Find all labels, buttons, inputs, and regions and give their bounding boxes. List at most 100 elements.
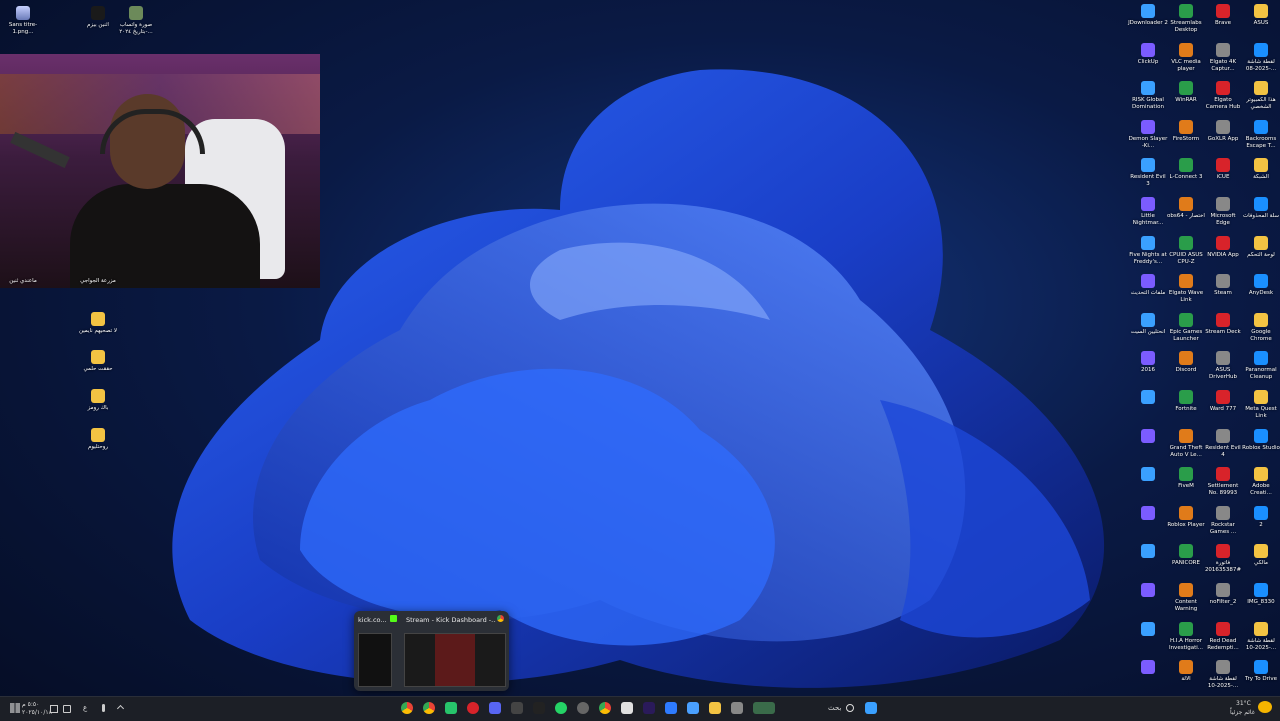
desktop-icon-right-50[interactable]: Settlement No. 89993: [1203, 467, 1243, 497]
desktop-icon-right-38[interactable]: ASUS DriverHub: [1203, 351, 1243, 381]
desktop-icon-right-48[interactable]: [1128, 467, 1168, 483]
desktop-icon-folder-2[interactable]: حققت حلمي: [78, 350, 118, 373]
desktop-icon-right-65[interactable]: H.I.A Horror Investigati...: [1166, 621, 1206, 652]
language-indicator[interactable]: ع: [83, 704, 87, 712]
desktop-icon-itnin[interactable]: اثنين بيزم: [78, 6, 118, 29]
desktop-icon-right-31[interactable]: AnyDesk: [1241, 274, 1280, 297]
chrome-3-icon[interactable]: [599, 702, 611, 714]
desktop-icon-right-5[interactable]: VLC media player: [1166, 42, 1206, 73]
desktop-icon-right-61[interactable]: Content Warning: [1166, 583, 1206, 613]
discord-icon[interactable]: [489, 702, 501, 714]
desktop-icon-right-66[interactable]: Red Dead Redempti...: [1203, 621, 1243, 652]
desktop-icon-right-3[interactable]: ASUS: [1241, 4, 1280, 27]
desktop-icon-right-35[interactable]: Google Chrome: [1241, 312, 1280, 343]
desktop-icon-right-23[interactable]: سلة المحذوفات: [1241, 197, 1280, 220]
desktop-icon-right-9[interactable]: WinRAR: [1166, 81, 1206, 104]
app-green-icon[interactable]: [445, 702, 457, 714]
desktop-icon-right-25[interactable]: CPUID ASUS CPU-Z: [1166, 235, 1206, 266]
desktop-icon-right-70[interactable]: لقطة شاشة 2025-10-...: [1203, 660, 1243, 690]
desktop-icon-right-4[interactable]: ClickUp: [1128, 42, 1168, 66]
xbox-icon[interactable]: [511, 702, 523, 714]
windows-start-icon[interactable]: [865, 702, 877, 714]
desktop-icon-right-2[interactable]: Brave: [1203, 4, 1243, 27]
desktop-icon-right-21[interactable]: obs64 - اختصار: [1166, 197, 1206, 220]
search-icon[interactable]: [846, 704, 854, 712]
desktop-icon-right-63[interactable]: IMG_8330: [1241, 583, 1280, 606]
photos-icon[interactable]: [687, 702, 699, 714]
desktop-icon-right-34[interactable]: Stream Deck: [1203, 312, 1243, 336]
desktop-icon-folder-3[interactable]: باك رومز: [78, 389, 118, 412]
desktop-icon-right-32[interactable]: انحتليين السيت: [1128, 312, 1168, 336]
desktop-icon-right-28[interactable]: ملفات التحديث: [1128, 274, 1168, 297]
desktop-icon-right-24[interactable]: Five Nights at Freddy's...: [1128, 235, 1168, 266]
desktop-icon-maandi[interactable]: ماعندي ثنين: [3, 278, 43, 285]
desktop-icon-right-56[interactable]: [1128, 544, 1168, 560]
desktop-icon-right-7[interactable]: لقطة شاشة 2025-08-...: [1241, 42, 1280, 73]
desktop-icon-right-15[interactable]: Backrooms Escape T...: [1241, 119, 1280, 150]
desktop-icon-right-40[interactable]: [1128, 390, 1168, 406]
desktop-icon-right-29[interactable]: Elgato Wave Link: [1166, 274, 1206, 304]
desktop-icon-right-33[interactable]: Epic Games Launcher: [1166, 312, 1206, 343]
desktop-icon-right-12[interactable]: Demon Slayer -Ki...: [1128, 119, 1168, 150]
desktop-icon-right-13[interactable]: FireStorm: [1166, 119, 1206, 143]
clock-date[interactable]: ٢٠٢٥/١٠/١٨: [22, 709, 52, 716]
widgets-icon[interactable]: [753, 702, 775, 714]
desktop-icon-right-69[interactable]: الالة: [1166, 660, 1206, 683]
desktop-icon-right-45[interactable]: Grand Theft Auto V Le...: [1166, 428, 1206, 459]
search-label[interactable]: بحث: [828, 704, 841, 712]
desktop-icon-folder-1[interactable]: لا تصحيهم نايمين: [78, 312, 118, 335]
capcut-icon[interactable]: [533, 702, 545, 714]
desktop-icon-right-54[interactable]: Rockstar Games ...: [1203, 505, 1243, 536]
desktop-icon-right-36[interactable]: 2016: [1128, 351, 1168, 374]
desktop-icon-right-6[interactable]: Elgato 4K Captur...: [1203, 42, 1243, 73]
desktop-icon-right-62[interactable]: noFilter_2: [1203, 583, 1243, 606]
desktop-icon-right-55[interactable]: 2: [1241, 505, 1280, 529]
desktop-icon-right-11[interactable]: هذا الكمبيوتر الشخصي: [1241, 81, 1280, 111]
preview-thumb-1[interactable]: [358, 633, 392, 687]
desktop-icon-right-43[interactable]: Meta Quest Link: [1241, 390, 1280, 420]
desktop-icon-right-58[interactable]: فاتورة #201635387: [1203, 544, 1243, 574]
desktop-icon-right-26[interactable]: NVIDIA App: [1203, 235, 1243, 259]
desktop-icon-right-16[interactable]: Resident Evil 3: [1128, 158, 1168, 188]
desktop-icon-folder-4[interactable]: روحتليوم: [78, 428, 118, 451]
desktop-icon-right-67[interactable]: لقطة شاشة 2025-10-...: [1241, 621, 1280, 652]
chrome-icon[interactable]: [401, 702, 413, 714]
edit-icon[interactable]: [665, 702, 677, 714]
volume-icon[interactable]: [50, 705, 58, 713]
start-menu-icon[interactable]: [10, 703, 20, 713]
desktop-icon-right-64[interactable]: [1128, 621, 1168, 638]
desktop-icon-right-71[interactable]: Try To Drive: [1241, 660, 1280, 683]
desktop-icon-right-30[interactable]: Steam: [1203, 274, 1243, 297]
explorer-icon[interactable]: [709, 702, 721, 714]
desktop-icon-right-57[interactable]: PANICORE: [1166, 544, 1206, 567]
desktop-icon-right-1[interactable]: Streamlabs Desktop: [1166, 4, 1206, 34]
desktop-icon-right-27[interactable]: لوحة التحكم: [1241, 235, 1280, 259]
weather-desc[interactable]: غائم جزئياً: [1230, 709, 1255, 716]
desktop-icon-right-51[interactable]: Adobe Creati...: [1241, 467, 1280, 497]
desktop-icon-right-53[interactable]: Roblox Player: [1166, 505, 1206, 529]
desktop-icon-right-59[interactable]: مالكي: [1241, 544, 1280, 567]
desktop-icon-right-47[interactable]: Roblox Studio: [1241, 428, 1280, 452]
chrome-alt-icon[interactable]: [423, 702, 435, 714]
desktop-icon-right-49[interactable]: FiveM: [1166, 467, 1206, 490]
desktop-icon-right-0[interactable]: JDownloader 2: [1128, 4, 1168, 27]
desktop-icon-right-8[interactable]: RISK Global Domination: [1128, 81, 1168, 111]
desktop-icon-right-37[interactable]: Discord: [1166, 351, 1206, 374]
clock-time[interactable]: ٥:٥٠ م: [22, 701, 39, 708]
weather-icon[interactable]: [1258, 701, 1272, 713]
calendar-icon[interactable]: [621, 702, 633, 714]
microphone-icon[interactable]: [102, 704, 105, 712]
desktop-icon-right-44[interactable]: [1128, 428, 1168, 445]
weather-temp[interactable]: 31°C: [1236, 700, 1251, 707]
desktop-icon-right-68[interactable]: [1128, 660, 1168, 676]
desktop-icon-right-42[interactable]: Ward 777: [1203, 390, 1243, 413]
desktop-icon-right-60[interactable]: [1128, 583, 1168, 599]
desktop-icon-right-14[interactable]: GoXLR App: [1203, 119, 1243, 143]
desktop-icon-right-19[interactable]: الشبكة: [1241, 158, 1280, 181]
app-icon[interactable]: [731, 702, 743, 714]
desktop-icon-right-20[interactable]: Little Nightmar...: [1128, 197, 1168, 227]
desktop-icon-right-22[interactable]: Microsoft Edge: [1203, 197, 1243, 227]
preview-thumb-2[interactable]: [404, 633, 506, 687]
desktop-icon-right-17[interactable]: L-Connect 3: [1166, 158, 1206, 181]
desktop-icon-right-41[interactable]: Fortnite: [1166, 390, 1206, 413]
